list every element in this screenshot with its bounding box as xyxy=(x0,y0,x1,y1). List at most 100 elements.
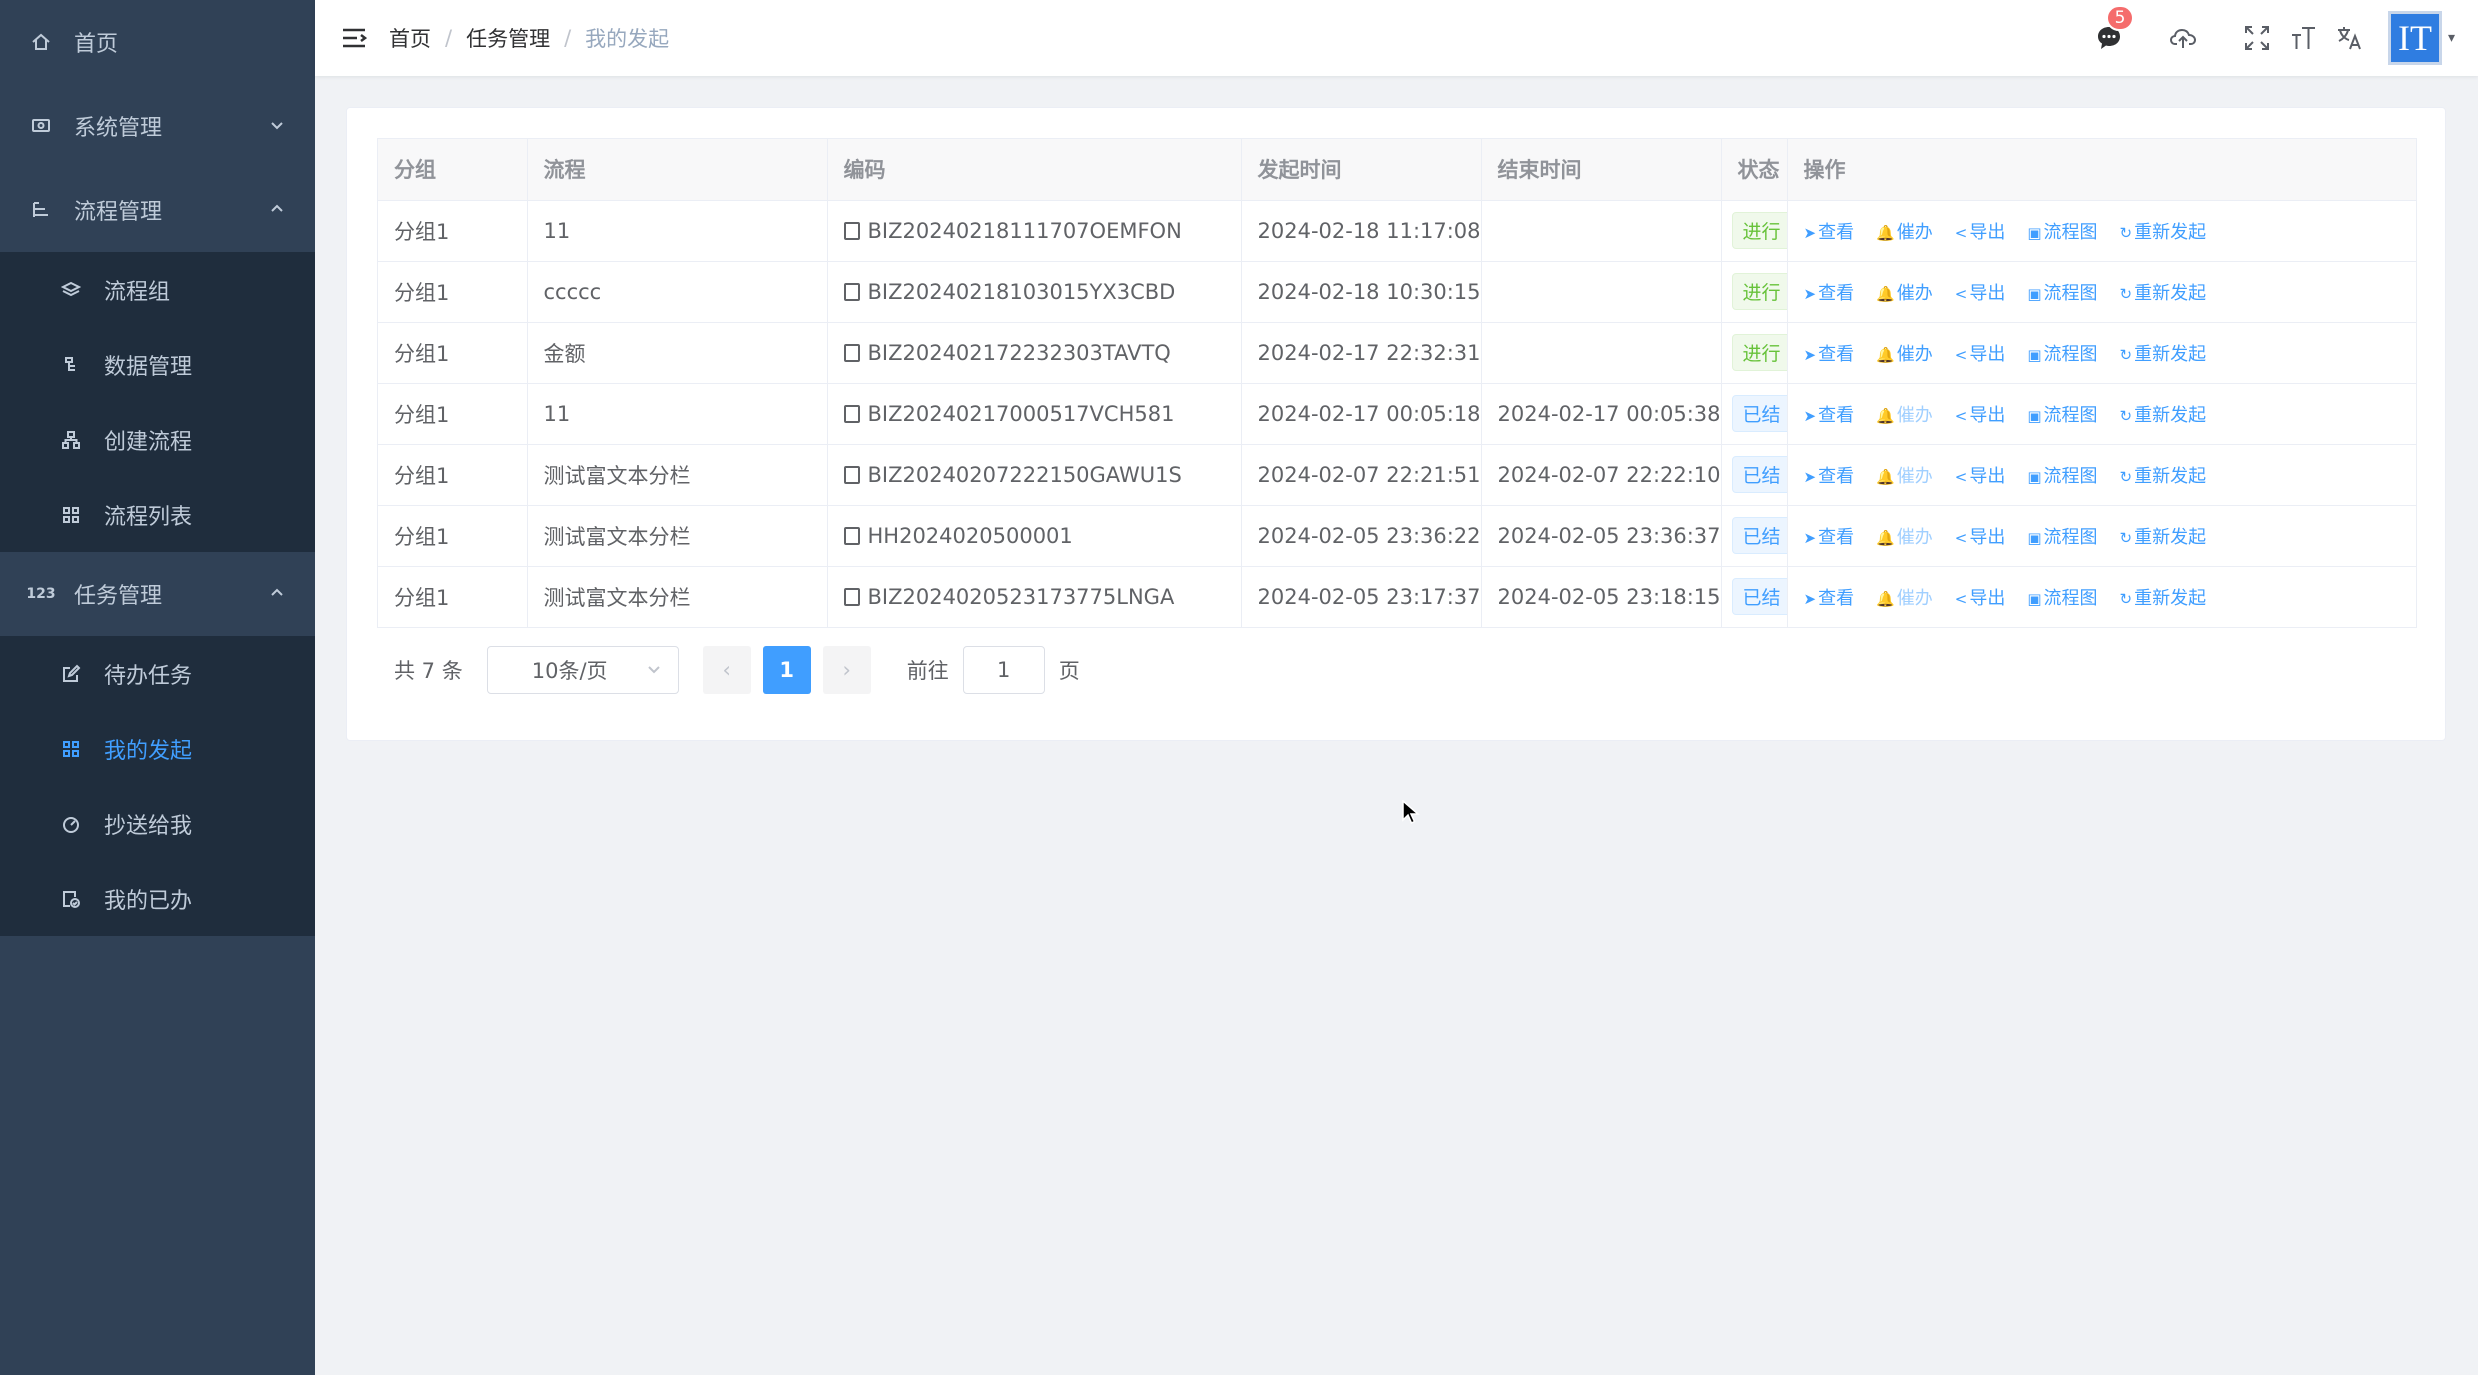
goto-label: 前往 xyxy=(906,659,949,683)
action-label: 查看 xyxy=(1818,526,1855,548)
urge-button[interactable]: 🔔 催办 xyxy=(1876,283,1933,304)
copy-icon[interactable] xyxy=(843,343,860,362)
restart-button[interactable]: ↻ 重新发起 xyxy=(2120,527,2207,548)
status-badge: 进行 xyxy=(1731,273,1786,310)
view-icon: ➤ xyxy=(1803,467,1817,486)
restart-button[interactable]: ↻ 重新发起 xyxy=(2120,588,2207,609)
cell-code: HH2024020500001 xyxy=(827,505,1242,567)
restart-icon: ↻ xyxy=(2119,223,2133,242)
view-button[interactable]: ➤ 查看 xyxy=(1804,283,1855,304)
urge-button[interactable]: 🔔 催办 xyxy=(1876,405,1933,426)
col-header-status[interactable]: 状态 xyxy=(1721,139,1788,201)
breadcrumb-task[interactable]: 任务管理 xyxy=(466,23,550,53)
restart-button[interactable]: ↻ 重新发起 xyxy=(2120,466,2207,487)
message-icon[interactable]: 5 xyxy=(2094,5,2134,53)
copy-icon[interactable] xyxy=(843,526,860,545)
copy-icon[interactable] xyxy=(843,465,860,484)
flowchart-button[interactable]: ▣ 流程图 xyxy=(2027,588,2097,609)
export-button[interactable]: < 导出 xyxy=(1955,283,2006,304)
hamburger-icon[interactable] xyxy=(339,23,369,53)
avatar[interactable]: IT xyxy=(2388,11,2442,65)
status-badge: 已结 xyxy=(1731,578,1786,615)
restart-button[interactable]: ↻ 重新发起 xyxy=(2120,344,2207,365)
export-button[interactable]: < 导出 xyxy=(1955,405,2006,426)
next-page-button[interactable]: › xyxy=(822,646,871,694)
col-header-group[interactable]: 分组 xyxy=(378,139,528,201)
grid-icon xyxy=(60,504,82,526)
fullscreen-icon[interactable] xyxy=(2242,23,2272,53)
view-icon: ➤ xyxy=(1803,284,1817,303)
view-button[interactable]: ➤ 查看 xyxy=(1804,222,1855,243)
col-header-start-time[interactable]: 发起时间 xyxy=(1241,139,1482,201)
translate-icon[interactable] xyxy=(2334,23,2364,53)
flowchart-button[interactable]: ▣ 流程图 xyxy=(2027,405,2097,426)
copy-icon[interactable] xyxy=(843,221,860,240)
action-label: 导出 xyxy=(1969,282,2006,304)
copy-icon[interactable] xyxy=(843,587,860,606)
urge-icon: 🔔 xyxy=(1876,406,1895,425)
sidebar-item-cc[interactable]: 抄送给我 xyxy=(0,786,315,861)
urge-button[interactable]: 🔔 催办 xyxy=(1876,466,1933,487)
cell-flow: 测试富文本分栏 xyxy=(527,505,828,567)
flowchart-button[interactable]: ▣ 流程图 xyxy=(2027,283,2097,304)
goto-page-input[interactable] xyxy=(962,646,1045,694)
flowchart-icon: ▣ xyxy=(2027,345,2042,364)
copy-icon[interactable] xyxy=(843,404,860,423)
export-button[interactable]: < 导出 xyxy=(1955,527,2006,548)
flowchart-button[interactable]: ▣ 流程图 xyxy=(2027,466,2097,487)
view-button[interactable]: ➤ 查看 xyxy=(1804,405,1855,426)
sidebar-item-label: 待办任务 xyxy=(104,663,193,689)
urge-button[interactable]: 🔔 催办 xyxy=(1876,222,1933,243)
caret-down-icon[interactable]: ▾ xyxy=(2448,30,2468,46)
view-button[interactable]: ➤ 查看 xyxy=(1804,466,1855,487)
sidebar-item-system[interactable]: 系统管理 xyxy=(0,84,315,168)
sidebar-item-todo[interactable]: 待办任务 xyxy=(0,636,315,711)
export-button[interactable]: < 导出 xyxy=(1955,466,2006,487)
restart-button[interactable]: ↻ 重新发起 xyxy=(2120,283,2207,304)
sidebar-item-process[interactable]: 流程管理 xyxy=(0,168,315,252)
sidebar-item-process-group[interactable]: 流程组 xyxy=(0,252,315,327)
sidebar-item-data-manage[interactable]: 数据管理 xyxy=(0,327,315,402)
export-button[interactable]: < 导出 xyxy=(1955,588,2006,609)
sidebar-item-task[interactable]: 123 任务管理 xyxy=(0,552,315,636)
urge-button[interactable]: 🔔 催办 xyxy=(1876,344,1933,365)
cell-status: 进行 xyxy=(1721,322,1788,384)
col-header-code[interactable]: 编码 xyxy=(827,139,1242,201)
cell-status: 已结 xyxy=(1721,566,1788,627)
page-number-button[interactable]: 1 xyxy=(762,646,811,694)
urge-button[interactable]: 🔔 催办 xyxy=(1876,527,1933,548)
col-header-flow[interactable]: 流程 xyxy=(527,139,828,201)
cell-flow: 11 xyxy=(527,383,828,445)
export-button[interactable]: < 导出 xyxy=(1955,222,2006,243)
task-submenu: 待办任务 我的发起 抄送给我 我的已办 xyxy=(0,636,315,936)
restart-button[interactable]: ↻ 重新发起 xyxy=(2120,405,2207,426)
flowchart-button[interactable]: ▣ 流程图 xyxy=(2027,344,2097,365)
view-button[interactable]: ➤ 查看 xyxy=(1804,527,1855,548)
action-label: 流程图 xyxy=(2043,587,2098,609)
action-label: 流程图 xyxy=(2043,282,2098,304)
flowchart-button[interactable]: ▣ 流程图 xyxy=(2027,527,2097,548)
restart-button[interactable]: ↻ 重新发起 xyxy=(2120,222,2207,243)
view-button[interactable]: ➤ 查看 xyxy=(1804,588,1855,609)
system-icon xyxy=(30,115,52,137)
prev-page-button[interactable]: ‹ xyxy=(702,646,751,694)
sidebar-item-my-started[interactable]: 我的发起 xyxy=(0,711,315,786)
upload-cloud-icon[interactable] xyxy=(2168,23,2198,53)
view-button[interactable]: ➤ 查看 xyxy=(1804,344,1855,365)
font-size-icon[interactable] xyxy=(2288,23,2318,53)
sidebar-item-create-process[interactable]: 创建流程 xyxy=(0,402,315,477)
goto-suffix: 页 xyxy=(1058,659,1080,683)
col-header-end-time[interactable]: 结束时间 xyxy=(1481,139,1722,201)
sidebar-item-home[interactable]: 首页 xyxy=(0,0,315,84)
action-label: 查看 xyxy=(1818,465,1855,487)
table-header-row: 分组 流程 编码 发起时间 结束时间 状态 操作 xyxy=(378,139,2416,201)
sidebar-item-process-list[interactable]: 流程列表 xyxy=(0,477,315,552)
copy-icon[interactable] xyxy=(843,282,860,301)
flowchart-button[interactable]: ▣ 流程图 xyxy=(2027,222,2097,243)
sidebar-item-done[interactable]: 我的已办 xyxy=(0,861,315,936)
cell-end-time xyxy=(1481,322,1722,384)
page-size-select[interactable]: 10条/页 xyxy=(486,646,679,694)
breadcrumb-home[interactable]: 首页 xyxy=(389,23,431,53)
export-button[interactable]: < 导出 xyxy=(1955,344,2006,365)
urge-button[interactable]: 🔔 催办 xyxy=(1876,588,1933,609)
